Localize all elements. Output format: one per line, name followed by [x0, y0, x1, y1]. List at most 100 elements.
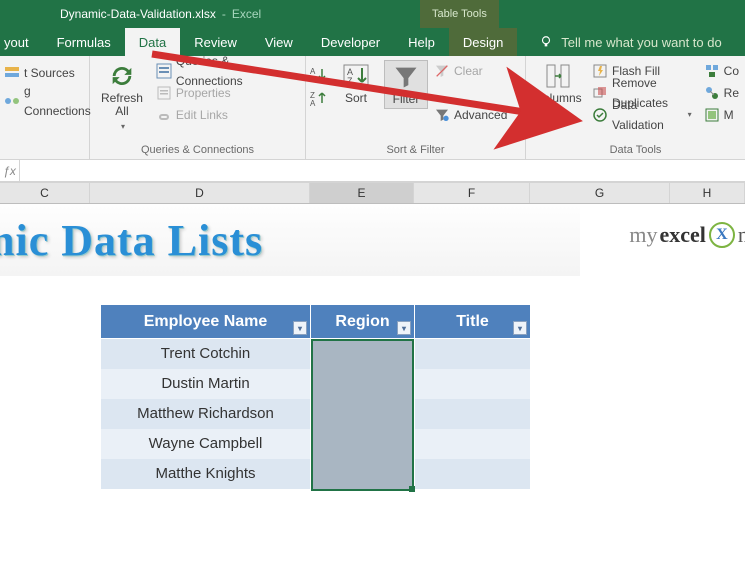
col-h[interactable]: H [670, 183, 745, 203]
svg-text:Z: Z [347, 76, 353, 86]
formula-input[interactable] [20, 160, 745, 181]
cell-employee[interactable]: Matthew Richardson [101, 399, 311, 429]
relationships-partial[interactable]: Re [704, 82, 739, 104]
filter-dropdown-icon[interactable]: ▾ [293, 321, 307, 335]
cell-employee[interactable]: Wayne Campbell [101, 429, 311, 459]
group-label-queries: Queries & Connections [90, 142, 305, 159]
data-validation[interactable]: Data Validation ▾ [592, 104, 692, 126]
svg-text:A: A [310, 99, 316, 108]
contextual-tab-label: Table Tools [420, 0, 499, 28]
header-region[interactable]: Region ▾ [311, 305, 415, 339]
table-row[interactable]: Wayne Campbell [101, 429, 531, 459]
worksheet-area[interactable]: nic Data Lists my excel X nl Employee Na… [0, 204, 745, 567]
data-table: Employee Name ▾ Region ▾ Title ▾ Trent C… [100, 304, 531, 489]
refresh-icon [108, 62, 136, 90]
formula-bar: ƒx [0, 160, 745, 182]
brand-nl: nl [738, 222, 745, 248]
tab-developer[interactable]: Developer [307, 28, 394, 56]
manage-model-icon [704, 107, 720, 123]
table-row[interactable]: Dustin Martin [101, 369, 531, 399]
app-name: Excel [232, 7, 261, 21]
filter-dropdown-icon[interactable]: ▾ [397, 321, 411, 335]
header-title[interactable]: Title ▾ [415, 305, 531, 339]
svg-text:Z: Z [310, 75, 315, 84]
sort-asc-icon[interactable]: AZ [310, 66, 328, 84]
tab-formulas[interactable]: Formulas [43, 28, 125, 56]
sources-icon [4, 65, 20, 81]
lightbulb-icon [539, 35, 553, 49]
col-c[interactable]: C [0, 183, 90, 203]
col-d[interactable]: D [90, 183, 310, 203]
existing-connections[interactable]: g Connections [4, 90, 91, 112]
relationships-icon [704, 85, 720, 101]
brand-my: my [629, 222, 657, 248]
sort-button[interactable]: AZ Sort [334, 60, 378, 107]
queries-icon [156, 63, 172, 79]
cell-employee[interactable]: Trent Cotchin [101, 339, 311, 369]
properties: Properties [156, 82, 299, 104]
cell-title[interactable] [415, 459, 531, 489]
cell-title[interactable] [415, 399, 531, 429]
file-name: Dynamic-Data-Validation.xlsx [60, 7, 216, 21]
title-dash: - [222, 7, 226, 21]
col-e[interactable]: E [310, 183, 414, 203]
tab-design[interactable]: Design [449, 28, 517, 56]
data-validation-icon [592, 107, 608, 123]
manage-model-partial[interactable]: M [704, 104, 739, 126]
fx-icon[interactable]: ƒx [0, 160, 20, 181]
group-getdata: t Sources g Connections [0, 56, 90, 159]
flash-fill-icon [592, 63, 608, 79]
edit-links: Edit Links [156, 104, 299, 126]
queries-connections[interactable]: Queries & Connections [156, 60, 299, 82]
group-label-getdata [0, 142, 89, 159]
col-f[interactable]: F [414, 183, 530, 203]
brand-excel: excel [659, 222, 705, 248]
col-g[interactable]: G [530, 183, 670, 203]
filter-button[interactable]: Filter [384, 60, 428, 109]
banner-text: nic Data Lists [0, 215, 263, 266]
table-row[interactable]: Trent Cotchin [101, 339, 531, 369]
consolidate-icon [704, 63, 720, 79]
cell-region[interactable] [311, 429, 415, 459]
properties-icon [156, 85, 172, 101]
columns-icon [544, 62, 572, 90]
refresh-all-button[interactable]: Refresh All ▾ [94, 60, 150, 135]
chevron-down-icon: ▾ [688, 105, 692, 125]
cell-region[interactable] [311, 459, 415, 489]
header-employee[interactable]: Employee Name ▾ [101, 305, 311, 339]
ribbon-tabs: yout Formulas Data Review View Developer… [0, 28, 745, 56]
remove-duplicates-icon [592, 85, 608, 101]
text-to-columns-button[interactable]: Columns [530, 60, 586, 107]
chevron-down-icon: ▾ [121, 120, 125, 133]
cell-title[interactable] [415, 369, 531, 399]
tab-layout[interactable]: yout [0, 28, 43, 56]
filter-icon [392, 63, 420, 91]
sort-desc-icon[interactable]: ZA [310, 90, 328, 108]
sort-icon: AZ [342, 62, 370, 90]
brand-logo-icon: X [709, 222, 735, 248]
tell-me-search[interactable]: Tell me what you want to do [539, 28, 721, 56]
connections-icon [4, 93, 20, 109]
cell-region[interactable] [311, 369, 415, 399]
title-bar: Dynamic-Data-Validation.xlsx - Excel Tab… [0, 0, 745, 28]
advanced-icon [434, 107, 450, 123]
table-row[interactable]: Matthe Knights [101, 459, 531, 489]
brand-logo: my excel X nl [629, 222, 745, 248]
title-banner: nic Data Lists [0, 204, 580, 276]
filter-dropdown-icon[interactable]: ▾ [513, 321, 527, 335]
ribbon: t Sources g Connections Refresh All ▾ [0, 56, 745, 160]
cell-title[interactable] [415, 339, 531, 369]
tab-help[interactable]: Help [394, 28, 449, 56]
cell-region[interactable] [311, 399, 415, 429]
edit-links-icon [156, 107, 172, 123]
cell-region[interactable] [311, 339, 415, 369]
tab-data[interactable]: Data [125, 28, 180, 56]
cell-employee[interactable]: Matthe Knights [101, 459, 311, 489]
group-queries: Refresh All ▾ Queries & Connections Prop… [90, 56, 306, 159]
advanced-filter[interactable]: Advanced [434, 104, 507, 126]
consolidate-partial[interactable]: Co [704, 60, 739, 82]
cell-title[interactable] [415, 429, 531, 459]
tell-me-label: Tell me what you want to do [561, 35, 721, 50]
table-row[interactable]: Matthew Richardson [101, 399, 531, 429]
cell-employee[interactable]: Dustin Martin [101, 369, 311, 399]
